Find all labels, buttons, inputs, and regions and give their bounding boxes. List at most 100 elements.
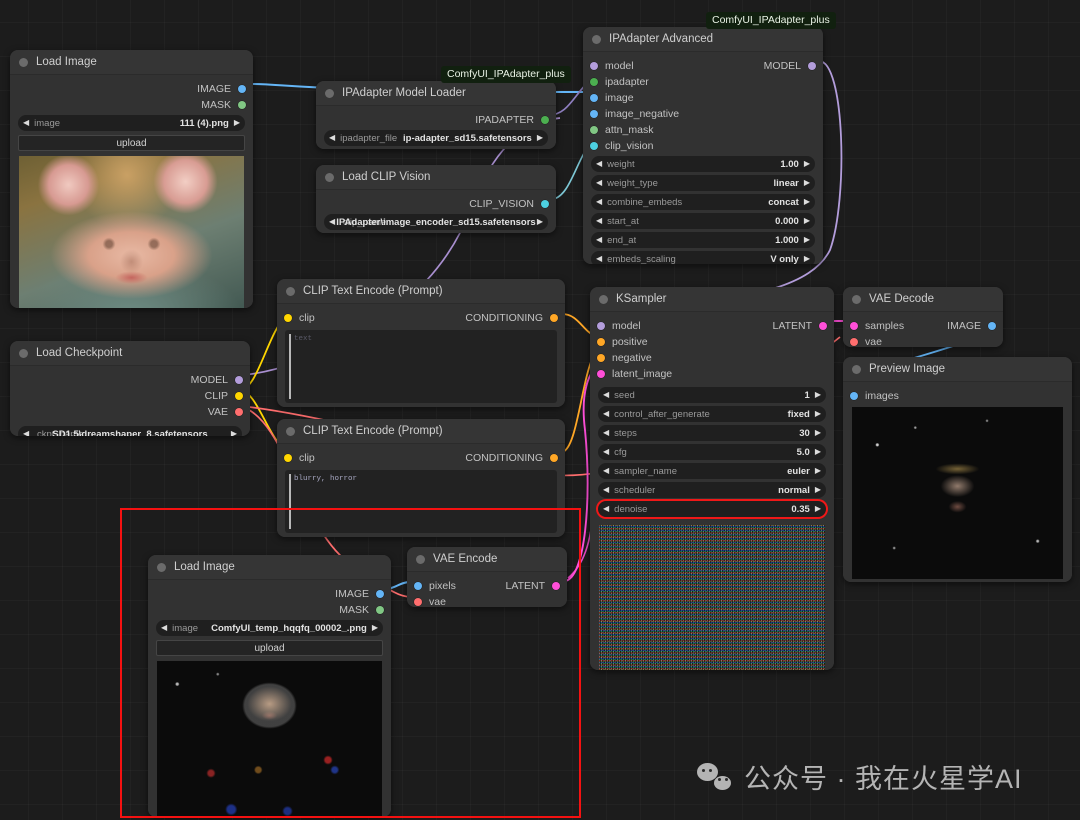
image-output-dot[interactable] [376,589,384,598]
widget-weight-type[interactable]: ◀ weight_type linear ▶ [591,175,815,191]
node-load-image-bottom[interactable]: Load Image IMAGE MASK ◀ image ComfyUI_te… [148,555,391,817]
latent-output-dot[interactable] [819,321,827,330]
node-title-bar[interactable]: Load Checkpoint [10,341,250,366]
image-output-dot[interactable] [988,321,996,330]
image-preview[interactable] [852,407,1063,579]
latent-output-dot[interactable] [552,581,560,590]
chevron-right-icon[interactable]: ▶ [815,429,821,437]
widget-cfg[interactable]: ◀ cfg 5.0 ▶ [598,444,826,460]
chevron-left-icon[interactable]: ◀ [603,448,609,456]
node-title-bar[interactable]: Preview Image [843,357,1072,382]
widget-clip-name[interactable]: ◀ clip_name IPAdapter\image_encoder_sd15… [324,214,548,230]
latent-image-input-dot[interactable] [597,369,605,378]
image-preview[interactable] [19,156,244,308]
output-slot-ipadapter[interactable]: IPADAPTER [475,112,549,127]
clip-input-dot[interactable] [284,453,292,462]
collapse-icon[interactable] [286,286,295,296]
chevron-left-icon[interactable]: ◀ [603,391,609,399]
node-title-bar[interactable]: VAE Encode [407,547,567,572]
model-output-dot[interactable] [808,61,816,70]
chevron-left-icon[interactable]: ◀ [603,467,609,475]
upload-button[interactable]: upload [18,135,245,151]
widget-ckpt-name[interactable]: ◀ ckpt_name SD1.5\dreamshaper_8.safetens… [18,426,242,436]
node-title-bar[interactable]: Load Image [10,50,253,75]
chevron-right-icon[interactable]: ▶ [804,179,810,187]
widget-scheduler[interactable]: ◀ scheduler normal ▶ [598,482,826,498]
chevron-right-icon[interactable]: ▶ [815,410,821,418]
chevron-left-icon[interactable]: ◀ [603,486,609,494]
widget-seed[interactable]: ◀ seed 1 ▶ [598,387,826,403]
output-slot-conditioning[interactable]: CONDITIONING [465,450,558,465]
node-clip-text-encode-negative[interactable]: CLIP Text Encode (Prompt) clip CONDITION… [277,419,565,537]
chevron-right-icon[interactable]: ▶ [234,119,240,127]
chevron-right-icon[interactable]: ▶ [537,218,543,226]
widget-denoise[interactable]: ◀ denoise 0.35 ▶ [598,501,826,517]
mask-output-dot[interactable] [238,100,246,109]
node-title-bar[interactable]: CLIP Text Encode (Prompt) [277,279,565,304]
clip-input-dot[interactable] [284,313,292,322]
node-ipadapter-model-loader[interactable]: IPAdapter Model Loader IPADAPTER ◀ ipada… [316,81,556,149]
collapse-icon[interactable] [286,426,295,436]
widget-ipadapter-file[interactable]: ◀ ipadapter_file ip-adapter_sd15.safeten… [324,130,548,146]
widget-end-at[interactable]: ◀ end_at 1.000 ▶ [591,232,815,248]
widget-sampler-name[interactable]: ◀ sampler_name euler ▶ [598,463,826,479]
chevron-left-icon[interactable]: ◀ [329,218,335,226]
chevron-left-icon[interactable]: ◀ [596,198,602,206]
chevron-right-icon[interactable]: ▶ [804,217,810,225]
input-slot-image-negative[interactable]: image_negative [590,106,679,121]
workflow-canvas[interactable]: ComfyUI_IPAdapter_plus ComfyUI_IPAdapter… [0,0,1080,820]
output-slot-image[interactable]: IMAGE [947,318,996,333]
chevron-right-icon[interactable]: ▶ [537,134,543,142]
node-vae-decode[interactable]: VAE Decode samples IMAGE vae [843,287,1003,347]
node-title-bar[interactable]: VAE Decode [843,287,1003,312]
output-slot-conditioning[interactable]: CONDITIONING [465,310,558,325]
input-slot-samples[interactable]: samples [850,318,904,333]
node-title-bar[interactable]: IPAdapter Model Loader [316,81,556,106]
collapse-icon[interactable] [599,294,608,304]
chevron-left-icon[interactable]: ◀ [23,430,29,437]
widget-embeds-scaling[interactable]: ◀ embeds_scaling V only ▶ [591,251,815,264]
attn-mask-input-dot[interactable] [590,125,598,134]
output-slot-mask[interactable]: MASK [339,602,384,617]
input-slot-negative[interactable]: negative [597,350,652,365]
chevron-left-icon[interactable]: ◀ [603,410,609,418]
collapse-icon[interactable] [19,57,28,67]
chevron-right-icon[interactable]: ▶ [372,624,378,632]
mask-output-dot[interactable] [376,605,384,614]
sampler-preview[interactable] [599,525,825,670]
pixels-input-dot[interactable] [414,581,422,590]
input-slot-attn-mask[interactable]: attn_mask [590,122,653,137]
samples-input-dot[interactable] [850,321,858,330]
chevron-right-icon[interactable]: ▶ [804,198,810,206]
input-slot-clip[interactable]: clip [284,450,315,465]
node-ipadapter-advanced[interactable]: IPAdapter Advanced model MODEL ipadapter [583,27,823,264]
node-preview-image[interactable]: Preview Image images [843,357,1072,582]
collapse-icon[interactable] [592,34,601,44]
input-slot-ipadapter[interactable]: ipadapter [590,74,649,89]
output-slot-model[interactable]: MODEL [191,372,243,387]
node-clip-text-encode-positive[interactable]: CLIP Text Encode (Prompt) clip CONDITION… [277,279,565,407]
input-slot-model[interactable]: model [597,318,641,333]
widget-steps[interactable]: ◀ steps 30 ▶ [598,425,826,441]
positive-input-dot[interactable] [597,337,605,346]
chevron-left-icon[interactable]: ◀ [596,255,602,263]
node-title-bar[interactable]: IPAdapter Advanced [583,27,823,52]
input-slot-image[interactable]: image [590,90,634,105]
chevron-right-icon[interactable]: ▶ [815,391,821,399]
negative-input-dot[interactable] [597,353,605,362]
ipadapter-input-dot[interactable] [590,77,598,86]
chevron-left-icon[interactable]: ◀ [596,236,602,244]
output-slot-latent[interactable]: LATENT [506,578,560,593]
input-slot-vae[interactable]: vae [414,594,446,607]
chevron-right-icon[interactable]: ▶ [804,236,810,244]
collapse-icon[interactable] [19,348,28,358]
model-input-dot[interactable] [590,61,598,70]
upload-button[interactable]: upload [156,640,383,656]
vae-output-dot[interactable] [235,407,243,416]
chevron-right-icon[interactable]: ▶ [815,448,821,456]
prompt-textarea-positive[interactable]: text [285,330,557,403]
node-title-bar[interactable]: Load Image [148,555,391,580]
widget-combine-embeds[interactable]: ◀ combine_embeds concat ▶ [591,194,815,210]
output-slot-model[interactable]: MODEL [764,58,816,73]
widget-image-filename[interactable]: ◀ image ComfyUI_temp_hqqfq_00002_.png ▶ [156,620,383,636]
